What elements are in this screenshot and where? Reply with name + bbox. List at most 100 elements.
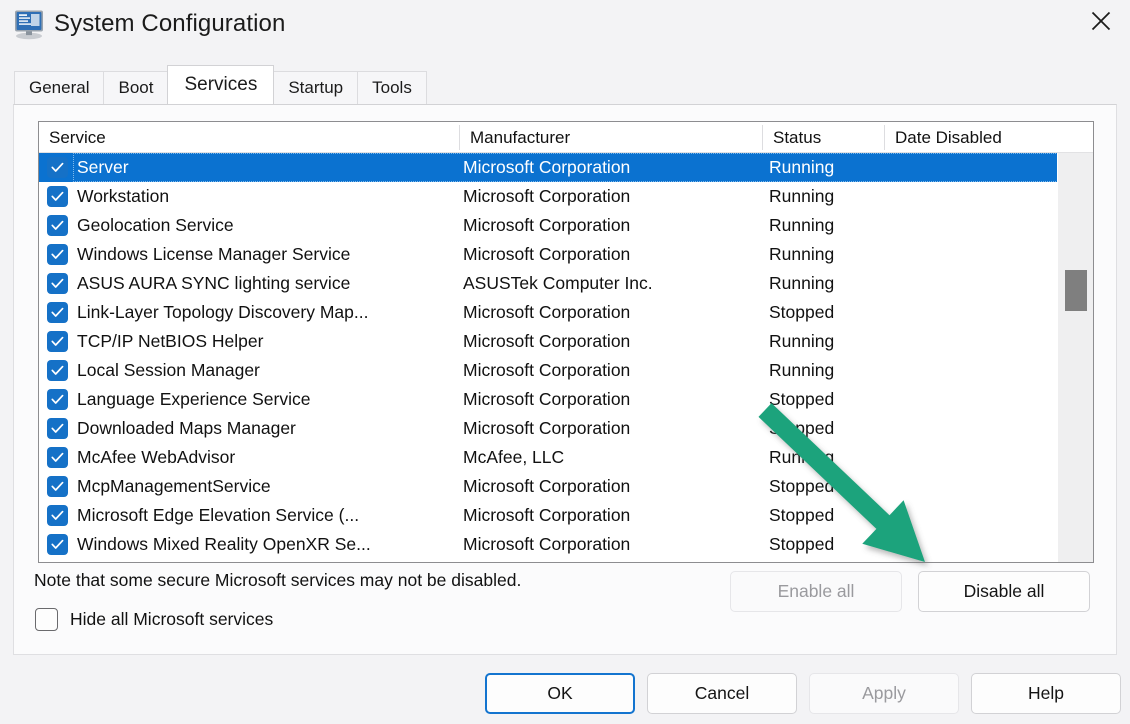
- ok-button[interactable]: OK: [485, 673, 635, 714]
- cell-status: Stopped: [769, 505, 835, 525]
- cell-status: Running: [769, 273, 835, 293]
- cell-manufacturer: Microsoft Corporation: [463, 186, 631, 206]
- cancel-button[interactable]: Cancel: [647, 673, 797, 714]
- service-enabled-checkbox[interactable]: [47, 534, 68, 555]
- services-tab-panel: Service Manufacturer Status Date Disable…: [13, 104, 1117, 655]
- cell-status: Running: [769, 244, 835, 264]
- service-enabled-checkbox[interactable]: [47, 186, 68, 207]
- service-enabled-checkbox[interactable]: [47, 476, 68, 497]
- tab-general[interactable]: General: [14, 71, 105, 104]
- window-title: System Configuration: [54, 10, 286, 37]
- cell-date-disabled: [889, 211, 1049, 240]
- service-enabled-checkbox[interactable]: [47, 215, 68, 236]
- cell-date-disabled: [889, 327, 1049, 356]
- cell-manufacturer: Microsoft Corporation: [463, 476, 631, 496]
- service-enabled-checkbox[interactable]: [47, 389, 68, 410]
- cell-date-disabled: [889, 443, 1049, 472]
- cell-manufacturer: Microsoft Corporation: [463, 505, 631, 525]
- table-row[interactable]: ASUS AURA SYNC lighting service ASUSTek C…: [39, 269, 1058, 298]
- cell-status: Running: [769, 215, 835, 235]
- service-enabled-checkbox[interactable]: [47, 273, 68, 294]
- service-enabled-checkbox[interactable]: [47, 331, 68, 352]
- cell-date-disabled: [889, 298, 1049, 327]
- table-row[interactable]: Server Microsoft Corporation Running: [39, 153, 1058, 182]
- tab-startup[interactable]: Startup: [273, 71, 359, 104]
- scrollbar-thumb[interactable]: [1065, 270, 1087, 311]
- table-row[interactable]: Workstation Microsoft Corporation Running: [39, 182, 1058, 211]
- table-row[interactable]: Language Experience Service Microsoft Cor…: [39, 385, 1058, 414]
- services-rows: Server Microsoft Corporation Running Workst…: [39, 153, 1058, 562]
- cell-manufacturer: Microsoft Corporation: [463, 418, 631, 438]
- cell-service: Local Session Manager: [77, 360, 260, 380]
- cell-date-disabled: [889, 385, 1049, 414]
- table-row[interactable]: Windows Mixed Reality OpenXR Se... Micros…: [39, 530, 1058, 559]
- cell-manufacturer: Microsoft Corporation: [463, 244, 631, 264]
- cell-status: Running: [769, 331, 835, 351]
- table-row[interactable]: Link-Layer Topology Discovery Map... Micr…: [39, 298, 1058, 327]
- cell-manufacturer: Microsoft Corporation: [463, 157, 631, 177]
- cell-status: Stopped: [769, 476, 835, 496]
- cell-service: Server: [77, 157, 129, 177]
- cell-status: Stopped: [769, 302, 835, 322]
- cell-status: Running: [769, 360, 835, 380]
- system-configuration-window: System Configuration General Boot Servic…: [0, 0, 1130, 724]
- cell-service: Language Experience Service: [77, 389, 311, 409]
- cell-service: Link-Layer Topology Discovery Map...: [77, 302, 369, 322]
- cell-status: Stopped: [769, 534, 835, 554]
- table-row[interactable]: Local Session Manager Microsoft Corporati…: [39, 356, 1058, 385]
- cell-manufacturer: McAfee, LLC: [463, 447, 565, 467]
- cell-manufacturer: Microsoft Corporation: [463, 389, 631, 409]
- cell-date-disabled: [889, 501, 1049, 530]
- cell-manufacturer: Microsoft Corporation: [463, 302, 631, 322]
- table-row[interactable]: Microsoft Edge Elevation Service (... Mic…: [39, 501, 1058, 530]
- hide-all-microsoft-services-checkbox[interactable]: Hide all Microsoft services: [35, 608, 273, 631]
- enable-all-button[interactable]: Enable all: [730, 571, 902, 612]
- cell-service: Downloaded Maps Manager: [77, 418, 296, 438]
- services-list-header: Service Manufacturer Status Date Disable…: [39, 122, 1093, 153]
- tab-services[interactable]: Services: [167, 65, 275, 104]
- table-row[interactable]: Geolocation Service Microsoft Corporation…: [39, 211, 1058, 240]
- cell-service: Workstation: [77, 186, 170, 206]
- vertical-scrollbar[interactable]: [1057, 153, 1093, 562]
- help-button[interactable]: Help: [971, 673, 1121, 714]
- cell-service: Windows Mixed Reality OpenXR Se...: [77, 534, 371, 554]
- services-list: Service Manufacturer Status Date Disable…: [38, 121, 1094, 563]
- cell-date-disabled: [889, 240, 1049, 269]
- service-enabled-checkbox[interactable]: [47, 447, 68, 468]
- table-row[interactable]: McAfee WebAdvisor McAfee, LLC Running: [39, 443, 1058, 472]
- service-enabled-checkbox[interactable]: [47, 505, 68, 526]
- cell-manufacturer: Microsoft Corporation: [463, 331, 631, 351]
- cell-manufacturer: Microsoft Corporation: [463, 360, 631, 380]
- cell-status: Running: [769, 157, 835, 177]
- service-enabled-checkbox[interactable]: [47, 157, 68, 178]
- column-header-service[interactable]: Service: [39, 122, 459, 153]
- service-enabled-checkbox[interactable]: [47, 360, 68, 381]
- column-header-manufacturer[interactable]: Manufacturer: [460, 122, 762, 153]
- table-row[interactable]: TCP/IP NetBIOS Helper Microsoft Corporati…: [39, 327, 1058, 356]
- cell-date-disabled: [889, 182, 1049, 211]
- cell-service: TCP/IP NetBIOS Helper: [77, 331, 264, 351]
- cell-status: Stopped: [769, 418, 835, 438]
- checkbox-box[interactable]: [35, 608, 58, 631]
- column-header-status[interactable]: Status: [763, 122, 884, 153]
- close-icon[interactable]: [1072, 0, 1130, 42]
- cell-date-disabled: [889, 414, 1049, 443]
- table-row[interactable]: Downloaded Maps Manager Microsoft Corpora…: [39, 414, 1058, 443]
- cell-date-disabled: [889, 530, 1049, 559]
- cell-date-disabled: [889, 269, 1049, 298]
- cell-date-disabled: [889, 356, 1049, 385]
- disable-all-button[interactable]: Disable all: [918, 571, 1090, 612]
- table-row[interactable]: Windows License Manager Service Microsoft…: [39, 240, 1058, 269]
- apply-button[interactable]: Apply: [809, 673, 959, 714]
- system-configuration-icon: [12, 8, 46, 40]
- tab-tools[interactable]: Tools: [357, 71, 427, 104]
- service-enabled-checkbox[interactable]: [47, 244, 68, 265]
- cell-status: Running: [769, 447, 835, 467]
- hide-all-microsoft-services-label: Hide all Microsoft services: [70, 609, 274, 629]
- tab-boot[interactable]: Boot: [103, 71, 169, 104]
- table-row[interactable]: McpManagementService Microsoft Corporatio…: [39, 472, 1058, 501]
- service-enabled-checkbox[interactable]: [47, 302, 68, 323]
- column-header-date-disabled[interactable]: Date Disabled: [885, 122, 1058, 153]
- service-enabled-checkbox[interactable]: [47, 418, 68, 439]
- title-bar: System Configuration: [0, 0, 1130, 50]
